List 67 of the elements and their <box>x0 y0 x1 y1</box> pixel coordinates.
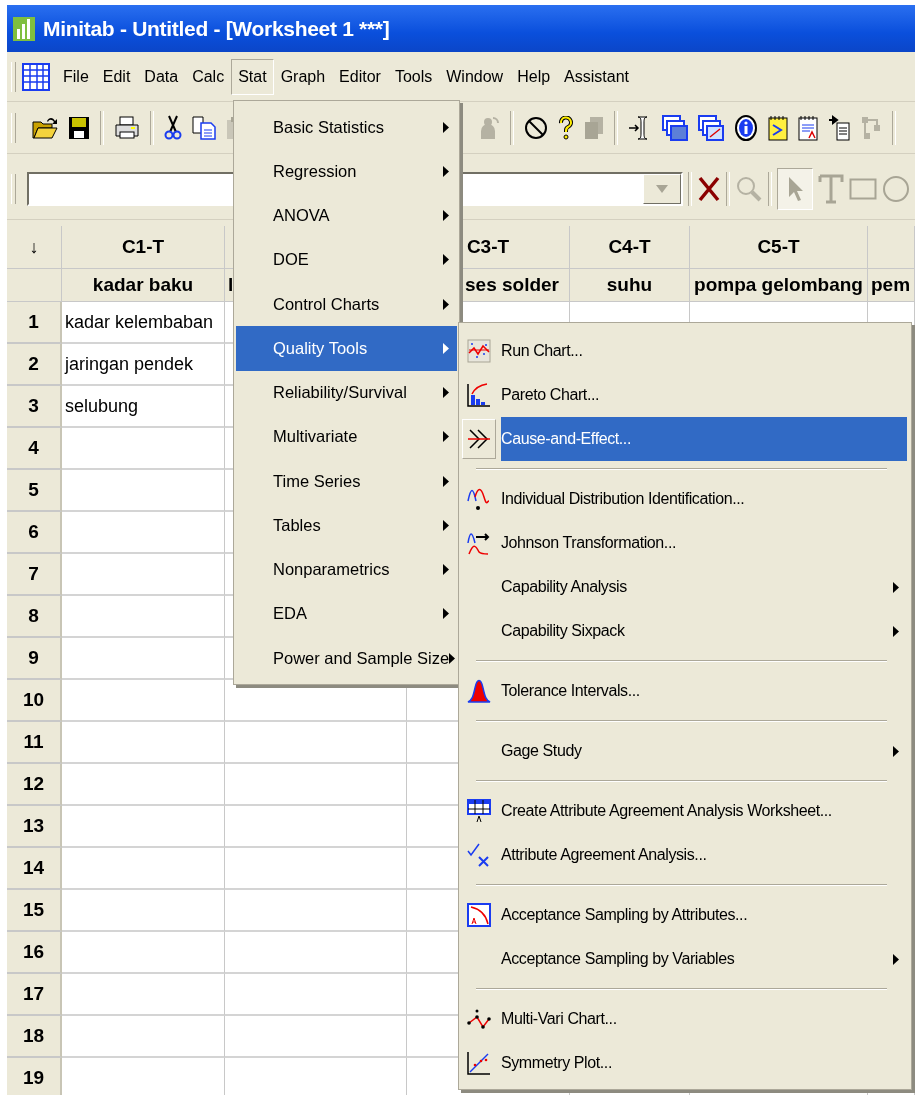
menu-item[interactable]: Run Chart... <box>462 329 907 373</box>
menu-item[interactable]: Regression <box>236 149 457 194</box>
menu-item[interactable]: Capability Sixpack <box>462 609 907 653</box>
menu-item[interactable]: Tables <box>236 503 457 548</box>
menu-item[interactable]: Symmetry Plot... <box>462 1041 907 1085</box>
menu-item[interactable]: Basic Statistics <box>236 105 457 150</box>
menu-item[interactable]: Assistant <box>557 58 636 95</box>
row-header[interactable]: 19 <box>7 1058 62 1095</box>
menu-item[interactable]: Acceptance Sampling by Variables <box>462 937 907 981</box>
row-header[interactable]: 9 <box>7 638 62 680</box>
table-cell: selubung <box>62 386 225 428</box>
menu-item[interactable]: Cause-and-Effect... <box>462 417 907 461</box>
menu-item[interactable]: EDA <box>236 591 457 636</box>
row-header[interactable]: 13 <box>7 806 62 848</box>
row-header[interactable]: 1 <box>7 302 62 344</box>
row-header[interactable]: 7 <box>7 554 62 596</box>
menu-item[interactable]: Pareto Chart... <box>462 373 907 417</box>
menu-item[interactable]: Power and Sample Size <box>236 636 457 681</box>
column-header: ↓ <box>7 226 62 269</box>
menu-item[interactable]: Attribute Agreement Analysis... <box>462 833 907 877</box>
row-header[interactable]: 14 <box>7 848 62 890</box>
menu-item[interactable]: Acceptance Sampling by Attributes... <box>462 893 907 937</box>
menu-item[interactable]: Tolerance Intervals... <box>462 669 907 713</box>
column-header[interactable]: C1-T <box>62 226 225 269</box>
menu-item[interactable]: Stat <box>231 58 274 95</box>
column-name[interactable]: pem <box>868 269 915 302</box>
row-header[interactable]: 15 <box>7 890 62 932</box>
row-header[interactable]: 10 <box>7 680 62 722</box>
column-name[interactable]: pompa gelombang <box>690 269 868 302</box>
menu-item[interactable]: Edit <box>95 58 138 95</box>
row-header[interactable]: 12 <box>7 764 62 806</box>
row-header[interactable]: 4 <box>7 428 62 470</box>
menu-item[interactable]: Reliability/Survival <box>236 370 457 415</box>
row-header[interactable]: 17 <box>7 974 62 1016</box>
menu-item[interactable]: Multi-Vari Chart... <box>462 997 907 1041</box>
column-name[interactable]: kadar baku <box>62 269 225 302</box>
table-cell: jaringan pendek <box>62 344 225 386</box>
menu-item[interactable]: Data <box>137 58 186 95</box>
column-header[interactable]: C4-T <box>570 226 690 269</box>
menu-item[interactable]: Window <box>439 58 511 95</box>
menu-item[interactable]: Nonparametrics <box>236 547 457 592</box>
row-header[interactable]: 2 <box>7 344 62 386</box>
row-header[interactable]: 16 <box>7 932 62 974</box>
row-header[interactable]: 6 <box>7 512 62 554</box>
menu-item[interactable]: Quality Tools <box>236 326 457 371</box>
menu-item[interactable]: Graph <box>273 58 333 95</box>
menu-item[interactable]: Johnson Transformation... <box>462 521 907 565</box>
menu-item[interactable]: Individual Distribution Identification... <box>462 477 907 521</box>
menu-item[interactable]: Calc <box>185 58 232 95</box>
menu-item[interactable]: Editor <box>332 58 388 95</box>
row-header[interactable]: 5 <box>7 470 62 512</box>
menu-item[interactable]: Multivariate <box>236 414 457 459</box>
row-header[interactable]: 3 <box>7 386 62 428</box>
menu-item[interactable]: Help <box>510 58 558 95</box>
row-header[interactable]: 18 <box>7 1016 62 1058</box>
row-header[interactable]: 8 <box>7 596 62 638</box>
menu-item[interactable]: Tools <box>387 58 440 95</box>
table-cell: kadar kelembaban <box>62 302 225 344</box>
row-header[interactable]: 11 <box>7 722 62 764</box>
menu-item[interactable]: Create Attribute Agreement Analysis Worksheet... <box>462 789 907 833</box>
column-name[interactable]: suhu <box>570 269 690 302</box>
menu-item[interactable]: Time Series <box>236 459 457 504</box>
window-title: Minitab - Untitled - [Worksheet 1 ***] <box>43 16 390 41</box>
menu-item[interactable]: File <box>56 58 96 95</box>
menu-item[interactable]: Gage Study <box>462 729 907 773</box>
column-header[interactable]: C5-T <box>690 226 868 269</box>
menu-item[interactable]: Capability Analysis <box>462 565 907 609</box>
